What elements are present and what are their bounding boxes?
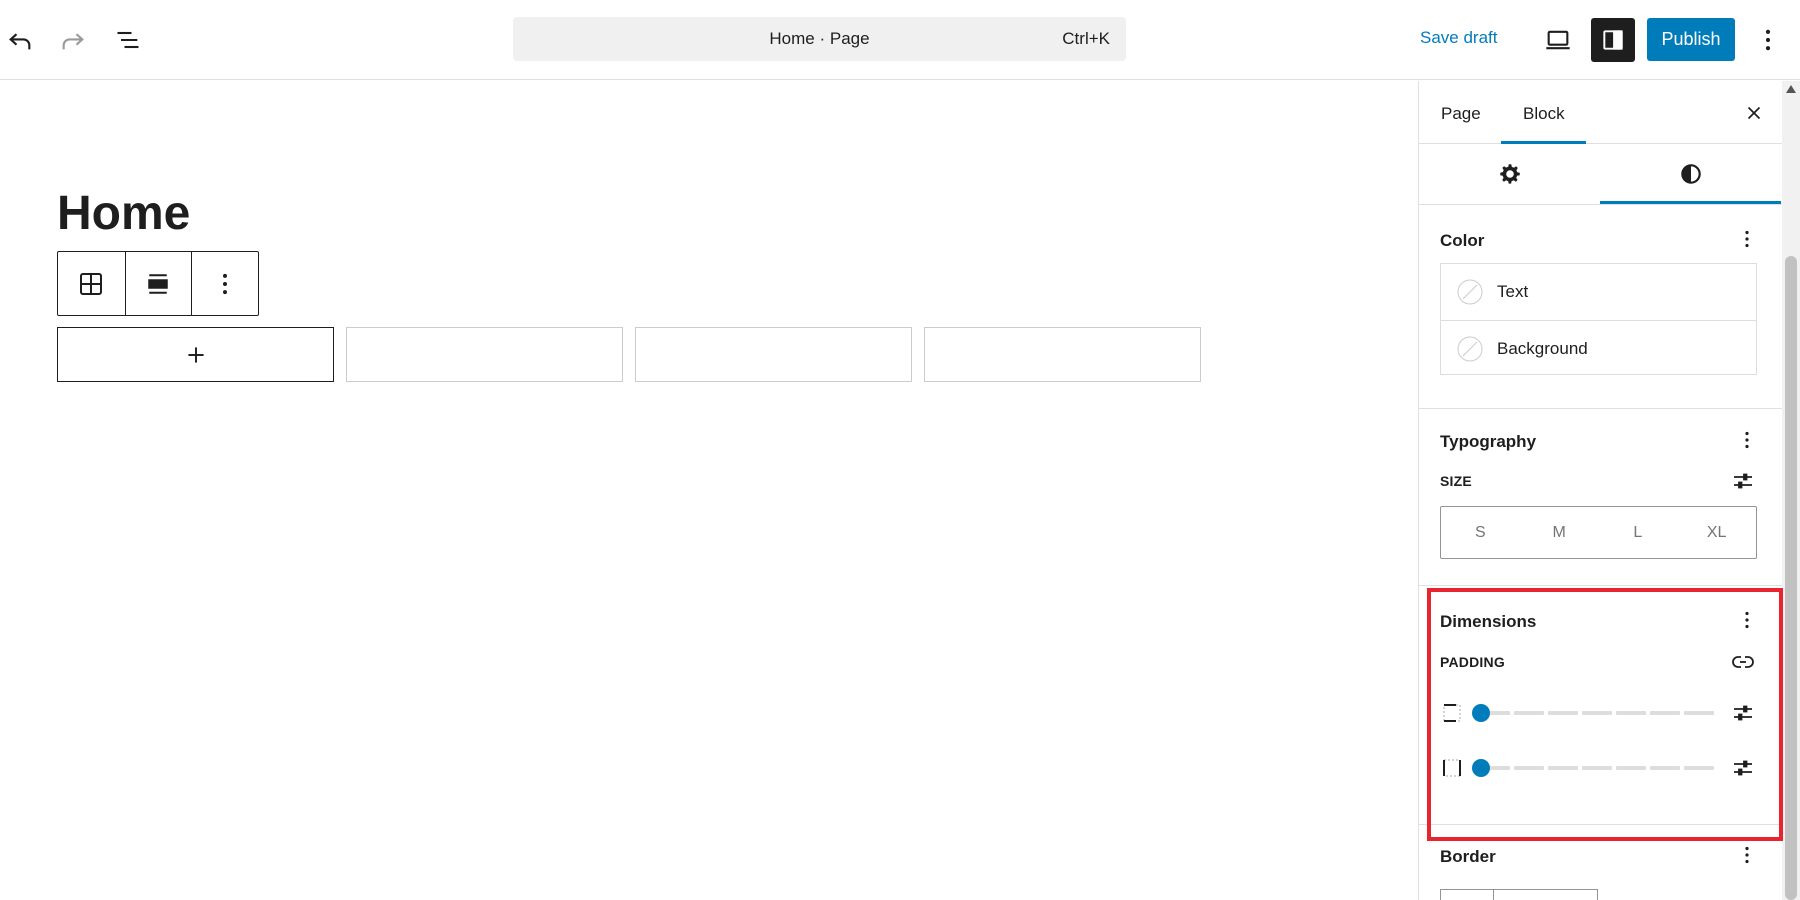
tab-block[interactable]: Block (1523, 104, 1565, 124)
document-title: Home · Page (769, 29, 870, 48)
font-size-picker: S M L XL (1440, 506, 1757, 559)
size-label: SIZE (1440, 473, 1472, 489)
table-cell-add[interactable] (57, 327, 334, 382)
padding-vertical-row (1440, 698, 1760, 728)
color-panel-title: Color (1440, 231, 1485, 250)
more-vertical-icon[interactable] (191, 252, 258, 315)
typography-panel-title: Typography (1440, 432, 1537, 451)
tab-page[interactable]: Page (1441, 104, 1481, 124)
color-panel: Color Text Background (1419, 206, 1782, 409)
size-option-xl[interactable]: XL (1677, 507, 1756, 558)
size-option-l[interactable]: L (1599, 507, 1678, 558)
more-vertical-icon[interactable] (1732, 224, 1762, 254)
padding-label: PADDING (1440, 654, 1505, 670)
background-color-label: Background (1497, 338, 1588, 358)
page-title[interactable]: Home (57, 190, 190, 238)
more-vertical-icon[interactable] (1732, 605, 1762, 635)
editor-header: Home · Page Ctrl+K Save draft Publish (0, 0, 1800, 80)
border-panel-title: Border (1440, 847, 1496, 866)
typography-panel: Typography SIZE S M L XL (1419, 409, 1782, 586)
undo-icon[interactable] (0, 20, 40, 60)
slider-thumb[interactable] (1472, 704, 1490, 722)
background-color-option[interactable]: Background (1441, 320, 1756, 376)
command-palette-button[interactable]: Home · Page Ctrl+K (513, 17, 1126, 61)
border-control[interactable] (1440, 889, 1598, 900)
text-color-option[interactable]: Text (1441, 264, 1756, 320)
sidebar-tabs: Page Block (1419, 81, 1782, 144)
dimensions-panel-title: Dimensions (1440, 612, 1537, 631)
table-cell[interactable] (924, 327, 1201, 382)
padding-vertical-icon (1443, 704, 1461, 722)
close-icon[interactable] (1739, 98, 1769, 128)
settings-sidebar: Page Block Color Text Background Typogra… (1418, 81, 1782, 900)
active-subtab-indicator (1600, 201, 1781, 204)
text-color-label: Text (1497, 282, 1529, 301)
padding-horizontal-slider[interactable] (1480, 766, 1714, 770)
save-draft-button[interactable]: Save draft (1420, 28, 1498, 48)
unlink-sides-icon[interactable] (1729, 648, 1757, 676)
more-vertical-icon[interactable] (1732, 425, 1762, 455)
scroll-thumb[interactable] (1785, 256, 1797, 900)
size-option-m[interactable]: M (1520, 507, 1599, 558)
block-inspector-tabs (1419, 144, 1782, 205)
plus-icon (187, 346, 204, 363)
custom-value-icon[interactable] (1729, 754, 1757, 782)
slider-thumb[interactable] (1472, 759, 1490, 777)
empty-swatch-icon (1457, 279, 1483, 305)
block-toolbar (57, 251, 259, 316)
padding-vertical-slider[interactable] (1480, 711, 1714, 715)
size-option-s[interactable]: S (1441, 507, 1520, 558)
empty-swatch-icon (1457, 336, 1483, 361)
table-cell[interactable] (346, 327, 623, 382)
document-overview-icon[interactable] (108, 20, 148, 60)
table-cell[interactable] (635, 327, 912, 382)
desktop-preview-icon[interactable] (1538, 20, 1578, 60)
more-vertical-icon[interactable] (1748, 20, 1788, 60)
custom-size-icon[interactable] (1729, 467, 1757, 495)
sidebar-scrollbar[interactable] (1782, 81, 1800, 900)
styles-contrast-icon[interactable] (1600, 144, 1781, 204)
dimensions-panel: Dimensions PADDING (1419, 586, 1782, 825)
table-icon[interactable] (58, 252, 125, 315)
border-panel: Border (1419, 825, 1782, 900)
more-vertical-icon[interactable] (1732, 840, 1762, 870)
align-icon[interactable] (124, 252, 192, 315)
publish-button[interactable]: Publish (1647, 18, 1735, 61)
padding-horizontal-row (1440, 753, 1760, 783)
scroll-up-arrow-icon[interactable] (1786, 85, 1796, 93)
sidebar-settings-icon[interactable] (1591, 18, 1635, 62)
settings-gear-icon[interactable] (1419, 144, 1600, 204)
custom-value-icon[interactable] (1729, 699, 1757, 727)
redo-icon[interactable] (53, 20, 93, 60)
shortcut-hint: Ctrl+K (1062, 29, 1110, 48)
color-options: Text Background (1440, 263, 1757, 375)
padding-horizontal-icon (1443, 759, 1461, 777)
